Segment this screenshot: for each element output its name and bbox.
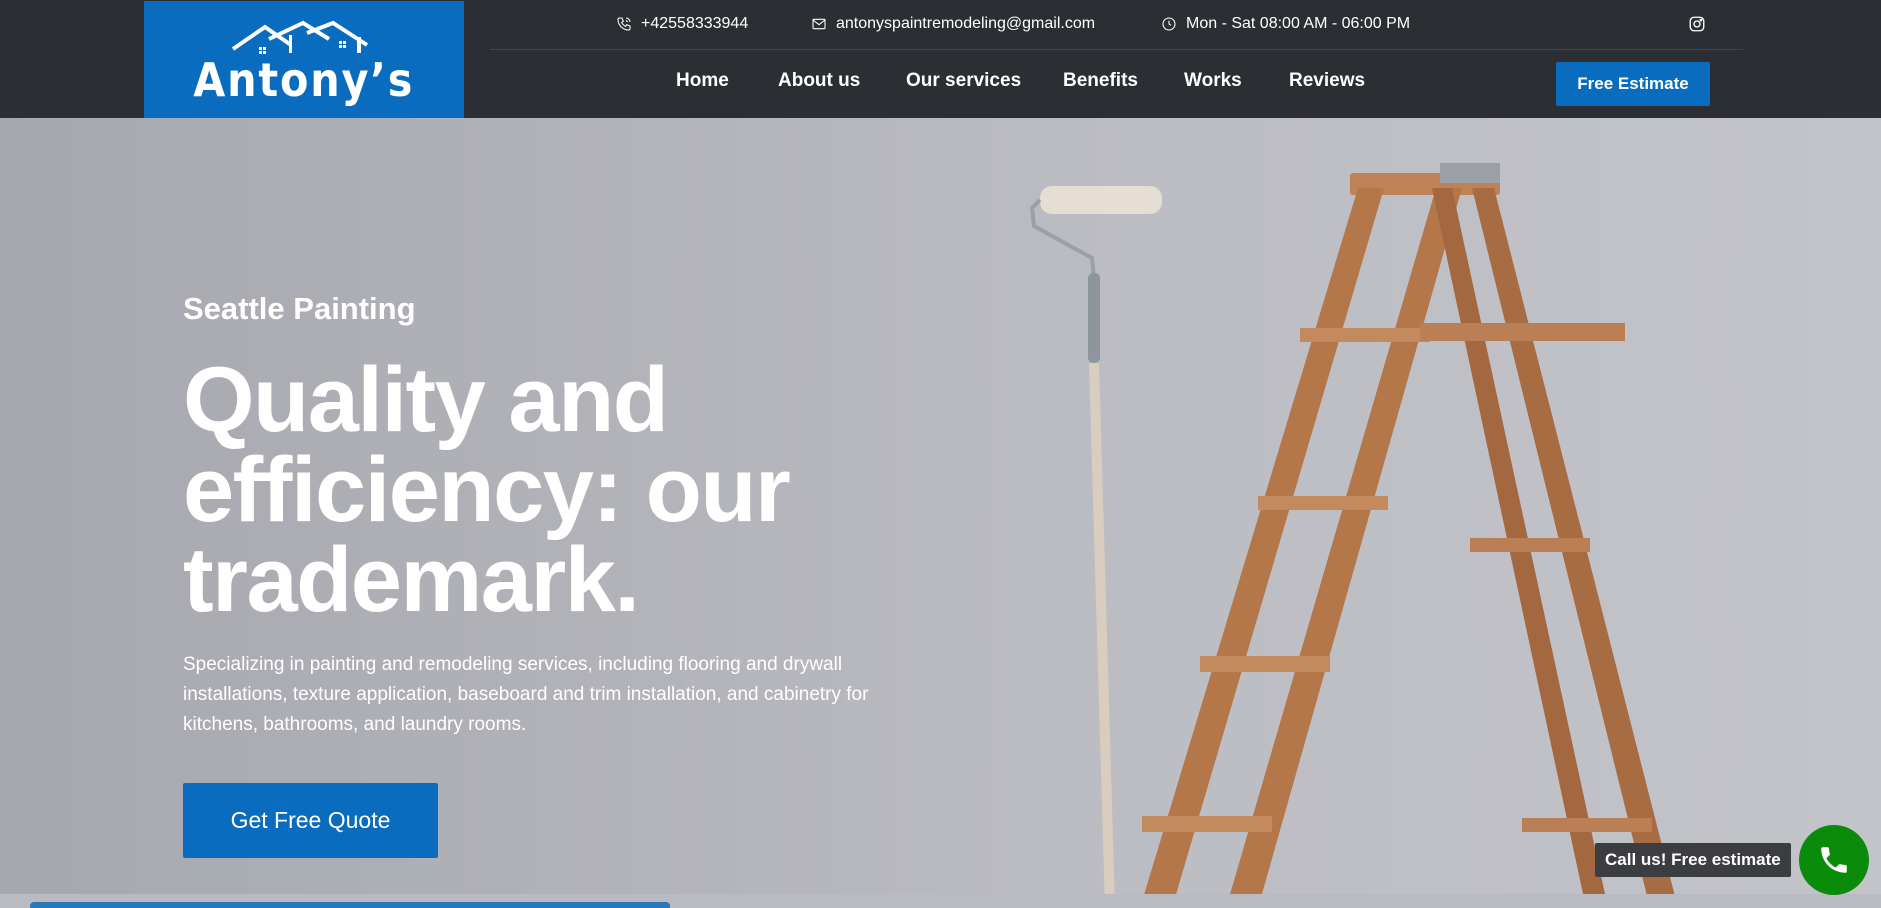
hours-text: Mon - Sat 08:00 AM - 06:00 PM [1186,15,1411,32]
call-us-label[interactable]: Call us! Free estimate [1595,843,1791,877]
hero-headline: Quality and efficiency: our trademark. [183,349,943,631]
phone-handset-icon [1821,847,1847,873]
clock-icon [1162,17,1176,31]
site-header: Antony’s +42558333944 antonyspaintremode… [0,0,1881,118]
email-contact[interactable]: antonyspaintremodeling@gmail.com [811,15,1095,33]
mail-icon [812,18,826,30]
hero-eyebrow: Seattle Painting [183,291,416,326]
logo-text: Antony’s [193,52,415,107]
phone-number: +42558333944 [641,15,749,32]
call-button[interactable] [1799,825,1869,895]
blue-tarp [30,902,670,908]
email-address: antonyspaintremodeling@gmail.com [836,15,1096,32]
phone-contact[interactable]: +42558333944 [616,15,748,33]
nav-works[interactable]: Works [1184,70,1242,92]
nav-our-services[interactable]: Our services [906,70,1021,92]
headline-line-1: Quality and [183,349,669,451]
nav-home[interactable]: Home [676,70,729,92]
hero-section: Seattle Painting Quality and efficiency:… [0,118,1881,908]
nav-about-us[interactable]: About us [778,70,860,92]
get-free-quote-button[interactable]: Get Free Quote [183,783,438,858]
free-estimate-button[interactable]: Free Estimate [1556,62,1710,106]
headline-line-3: trademark. [183,529,640,631]
hero-description: Specializing in painting and remodeling … [183,654,869,735]
instagram-icon[interactable] [1688,15,1706,33]
nav-reviews[interactable]: Reviews [1289,70,1365,92]
business-hours: Mon - Sat 08:00 AM - 06:00 PM [1161,15,1410,33]
contact-bar: +42558333944 antonyspaintremodeling@gmai… [490,0,1743,50]
headline-line-2: efficiency: our [183,439,791,541]
nav-benefits[interactable]: Benefits [1063,70,1138,92]
logo[interactable]: Antony’s [144,1,464,118]
paint-roller-icon [1029,186,1162,908]
ladder-icon [1140,163,1678,908]
phone-icon [617,17,631,31]
